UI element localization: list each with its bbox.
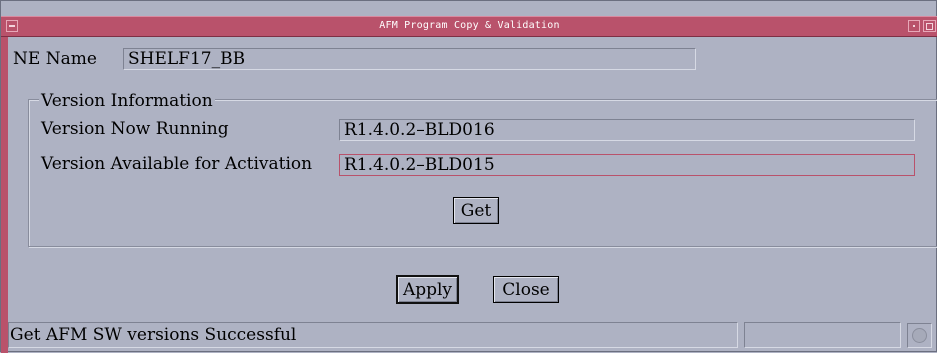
version-available-label: Version Available for Activation (41, 154, 313, 174)
ne-name-label: NE Name (13, 49, 97, 69)
status-light-lamp (912, 328, 927, 343)
dialog-content: NE Name SHELF17_BB Version Information V… (8, 37, 937, 351)
version-information-legend: Version Information (39, 91, 215, 111)
version-available-field[interactable]: R1.4.0.2–BLD015 (339, 154, 915, 176)
status-bar: Get AFM SW versions Successful (1, 322, 937, 353)
get-button[interactable]: Get (453, 197, 499, 224)
status-secondary-field (744, 322, 901, 348)
maximize-icon[interactable] (923, 20, 936, 32)
version-running-field[interactable]: R1.4.0.2–BLD016 (339, 119, 915, 141)
window-frame-left (1, 37, 8, 353)
minimize-icon[interactable] (908, 20, 920, 32)
window-title: AFM Program Copy & Validation (379, 20, 560, 31)
apply-button[interactable]: Apply (396, 275, 459, 304)
dialog-window: AFM Program Copy & Validation NE Name SH… (0, 0, 937, 353)
status-light-icon (907, 323, 932, 348)
title-bar[interactable]: AFM Program Copy & Validation (1, 16, 937, 37)
status-message: Get AFM SW versions Successful (8, 322, 738, 348)
ne-name-field[interactable]: SHELF17_BB (123, 48, 696, 70)
close-button[interactable]: Close (493, 276, 559, 303)
version-running-label: Version Now Running (41, 119, 229, 139)
